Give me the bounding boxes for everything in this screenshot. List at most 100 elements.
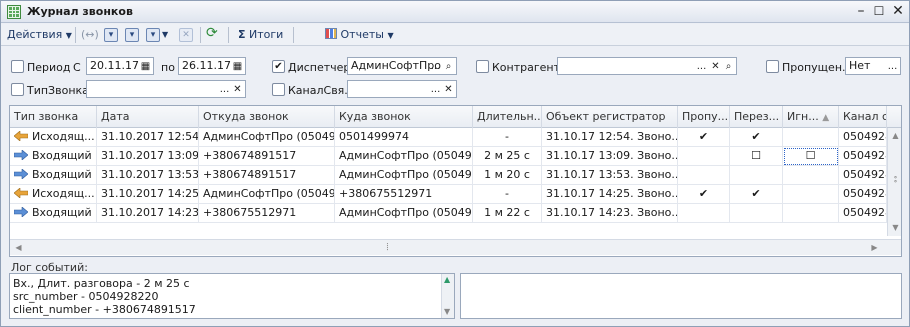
scroll-up-icon[interactable]: ▲ (888, 128, 901, 143)
calendar-icon[interactable]: ▦ (139, 59, 152, 74)
column-header-date[interactable]: Дата (97, 106, 199, 128)
select-ellipsis-icon[interactable]: ... (429, 59, 442, 74)
column-header-to[interactable]: Куда звонок (335, 106, 473, 128)
cell-duration[interactable]: - (473, 128, 542, 147)
cell-missed[interactable] (678, 204, 730, 223)
cell-callback[interactable] (730, 166, 783, 185)
cell-duration[interactable]: 1 м 22 с (473, 204, 542, 223)
call-type-checkbox[interactable] (11, 83, 24, 96)
event-log-textarea[interactable]: Вх., Длит. разговора - 2 м 25 с src_numb… (9, 273, 455, 319)
cell-ignore[interactable] (783, 204, 839, 223)
cell-to[interactable]: +380675512971 (335, 185, 473, 204)
filter-history-icon[interactable]: ▾ (146, 28, 160, 42)
select-ellipsis-icon[interactable]: ... (886, 59, 899, 74)
call-type-input[interactable]: ... ✕ (86, 80, 246, 98)
cell-to[interactable]: АдминСофтПро (05049... (335, 147, 473, 166)
column-header-duration[interactable]: Длительн... (473, 106, 542, 128)
missed-checkbox[interactable] (766, 60, 779, 73)
link-icon[interactable]: (↔) (81, 27, 99, 43)
column-header-registrar[interactable]: Объект регистратор (542, 106, 678, 128)
cell-callback[interactable]: ☐ (730, 147, 783, 166)
cell-type[interactable]: Исходящ... (10, 185, 97, 204)
date-to-input[interactable]: 26.11.17 ▦ (178, 57, 246, 75)
cell-type[interactable]: Входящий (10, 166, 97, 185)
scroll-right-icon[interactable]: ▶ (867, 240, 882, 255)
clear-icon[interactable]: ✕ (709, 59, 722, 74)
cell-channel[interactable]: 0504928 (839, 166, 887, 185)
clear-filter-icon[interactable]: ✕ (179, 28, 193, 42)
column-header-ignore[interactable]: Игн... ▲ (783, 106, 839, 128)
cell-channel[interactable]: 0504928 (839, 147, 887, 166)
log-scrollbar[interactable]: ▲ ▼ (441, 274, 454, 318)
counterparty-input[interactable]: ... ✕ ⌕ (557, 57, 737, 75)
totals-button[interactable]: Σ Итоги (238, 27, 283, 43)
table-row[interactable]: Входящий 31.10.2017 13:53... +380674891517… (10, 166, 901, 185)
minimize-icon[interactable]: – (853, 4, 869, 20)
cell-type[interactable]: Исходящ... (10, 128, 97, 147)
maximize-icon[interactable]: ☐ (871, 4, 887, 20)
channel-checkbox[interactable] (272, 83, 285, 96)
cell-missed[interactable] (678, 166, 730, 185)
dispatcher-checkbox[interactable]: ✔ (272, 60, 285, 73)
cell-channel[interactable]: 0504928 (839, 204, 887, 223)
cell-from[interactable]: +380674891517 (199, 147, 335, 166)
cell-registrar[interactable]: 31.10.17 12:54. Звоно... (542, 128, 678, 147)
cell-ignore[interactable]: ☐ (783, 147, 839, 166)
table-row[interactable]: Входящий 31.10.2017 14:23... +380675512971… (10, 204, 901, 223)
scroll-left-icon[interactable]: ◀ (11, 240, 26, 255)
filter-set-icon[interactable]: ▾ (104, 28, 118, 42)
cell-date[interactable]: 31.10.2017 13:53... (97, 166, 199, 185)
search-icon[interactable]: ⌕ (442, 59, 455, 74)
missed-select[interactable]: Нет... (845, 57, 901, 75)
calendar-icon[interactable]: ▦ (231, 59, 244, 74)
cell-callback[interactable] (730, 204, 783, 223)
clear-icon[interactable]: ✕ (442, 82, 455, 97)
column-header-call-type[interactable]: Тип звонка (10, 106, 97, 128)
refresh-icon[interactable]: ⟳ (206, 25, 218, 41)
cell-type[interactable]: Входящий (10, 204, 97, 223)
actions-menu-button[interactable]: Действия ▼ (7, 27, 72, 43)
cell-ignore[interactable] (783, 185, 839, 204)
scroll-down-icon[interactable]: ▼ (888, 220, 901, 235)
cell-from[interactable]: АдминСофтПро (05049... (199, 128, 335, 147)
cell-channel[interactable]: 0504928 (839, 185, 887, 204)
cell-to[interactable]: 0501499974 (335, 128, 473, 147)
scroll-up-icon[interactable]: ▲ (444, 275, 450, 284)
cell-duration[interactable]: - (473, 185, 542, 204)
counterparty-checkbox[interactable] (476, 60, 489, 73)
reports-menu-button[interactable]: Отчеты ▼ (325, 27, 394, 43)
cell-duration[interactable]: 1 м 20 с (473, 166, 542, 185)
cell-missed[interactable]: ✔ (678, 185, 730, 204)
cell-from[interactable]: +380675512971 (199, 204, 335, 223)
column-header-channel[interactable]: Канал с (839, 106, 887, 128)
details-textarea[interactable] (460, 273, 902, 319)
filter-by-value-icon[interactable]: ▾ (125, 28, 139, 42)
horizontal-scrollbar[interactable]: ◀ ⦙ ▶ (10, 239, 901, 255)
cell-callback[interactable]: ✔ (730, 185, 783, 204)
cell-date[interactable]: 31.10.2017 14:23... (97, 204, 199, 223)
cell-registrar[interactable]: 31.10.17 13:53. Звоно... (542, 166, 678, 185)
period-checkbox[interactable] (11, 60, 24, 73)
channel-input[interactable]: ... ✕ (347, 80, 457, 98)
clear-icon[interactable]: ✕ (231, 82, 244, 97)
cell-date[interactable]: 31.10.2017 13:09... (97, 147, 199, 166)
table-row[interactable]: Исходящ... 31.10.2017 12:54... АдминСофтПр… (10, 128, 901, 147)
cell-from[interactable]: +380674891517 (199, 166, 335, 185)
dispatcher-input[interactable]: АдминСофтПро... ⌕ (347, 57, 457, 75)
search-icon[interactable]: ⌕ (722, 59, 735, 74)
column-header-missed[interactable]: Пропу... (678, 106, 730, 128)
cell-date[interactable]: 31.10.2017 12:54... (97, 128, 199, 147)
cell-type[interactable]: Входящий (10, 147, 97, 166)
cell-registrar[interactable]: 31.10.17 14:23. Звоно... (542, 204, 678, 223)
table-row[interactable]: Исходящ... 31.10.2017 14:25... АдминСофтПр… (10, 185, 901, 204)
cell-date[interactable]: 31.10.2017 14:25... (97, 185, 199, 204)
cell-ignore[interactable] (783, 166, 839, 185)
cell-missed[interactable]: ✔ (678, 128, 730, 147)
cell-registrar[interactable]: 31.10.17 13:09. Звоно... (542, 147, 678, 166)
vertical-scrollbar[interactable]: ▲ ⦂ ▼ (887, 128, 901, 236)
cell-callback[interactable]: ✔ (730, 128, 783, 147)
cell-channel[interactable]: 0504928 (839, 128, 887, 147)
cell-registrar[interactable]: 31.10.17 14:25. Звоно... (542, 185, 678, 204)
column-header-from[interactable]: Откуда звонок (199, 106, 335, 128)
cell-ignore[interactable] (783, 128, 839, 147)
